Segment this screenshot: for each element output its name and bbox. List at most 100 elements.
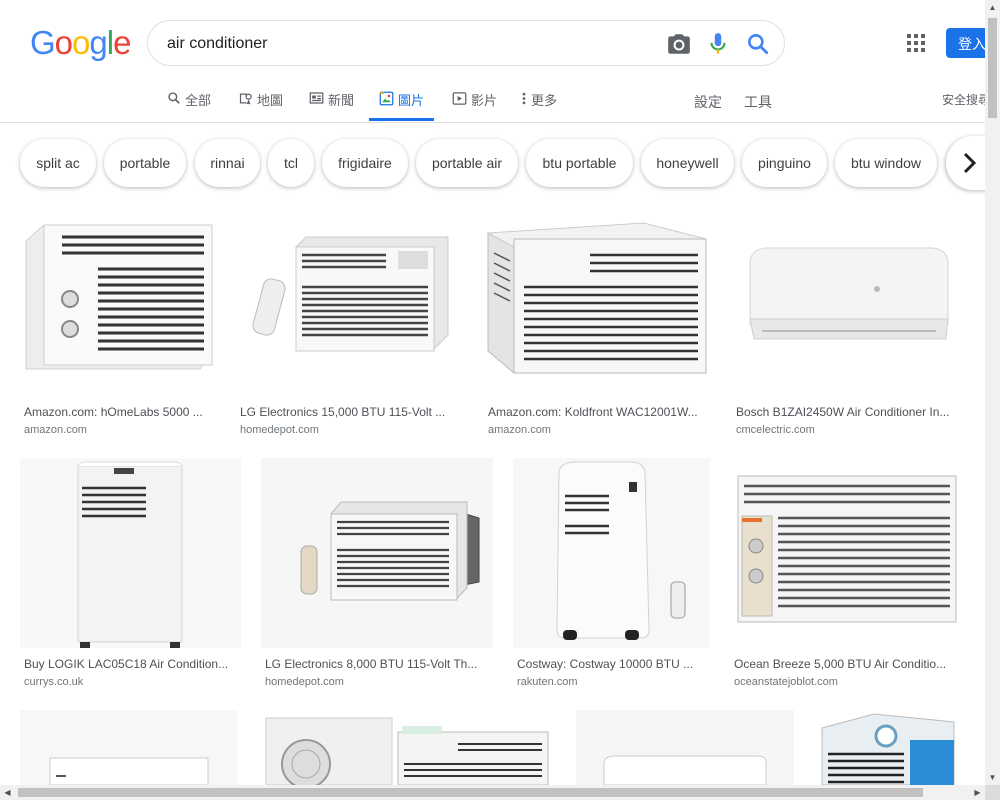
window-ac-image: [20, 203, 216, 395]
image-result[interactable]: Costway: Costway 10000 BTU ... rakuten.c…: [513, 458, 710, 692]
tab-label: 更多: [531, 93, 558, 108]
map-icon: [239, 93, 252, 105]
result-title[interactable]: Bosch B1ZAI2450W Air Conditioner In...: [736, 405, 960, 419]
chip[interactable]: rinnai: [195, 139, 260, 187]
mini-cooler-image: [814, 710, 963, 785]
result-title[interactable]: Ocean Breeze 5,000 BTU Air Conditio...: [734, 657, 960, 671]
tab-label: 新聞: [328, 93, 355, 108]
news-icon: [309, 92, 324, 104]
image-icon: [379, 91, 394, 106]
search-box: [147, 20, 785, 66]
result-thumbnail[interactable]: [20, 203, 216, 395]
top-bar: Google 登入 全部 地圖: [0, 0, 996, 123]
google-logo[interactable]: Google: [30, 24, 131, 62]
image-result[interactable]: [814, 710, 963, 785]
result-thumbnail[interactable]: [20, 710, 238, 785]
split-ac-outdoor-image: [258, 710, 556, 785]
portable-ac-image: [513, 458, 710, 648]
scroll-down-arrow[interactable]: ▼: [985, 770, 1000, 785]
image-result[interactable]: LG Electronics 8,000 BTU 115-Volt Th... …: [261, 458, 493, 692]
result-source[interactable]: currys.co.uk: [24, 676, 83, 688]
result-title[interactable]: LG Electronics 8,000 BTU 115-Volt Th...: [265, 657, 491, 671]
result-thumbnail[interactable]: [576, 710, 794, 785]
chip[interactable]: portable air: [416, 139, 518, 187]
vertical-scroll-thumb[interactable]: [988, 18, 997, 118]
tab-more[interactable]: 更多: [521, 90, 557, 123]
window-ac-image: [484, 203, 712, 395]
chip[interactable]: pinguino: [742, 139, 827, 187]
horizontal-scrollbar[interactable]: ◀ ▶: [0, 785, 985, 800]
image-result[interactable]: Ocean Breeze 5,000 BTU Air Conditio... o…: [730, 458, 963, 692]
result-thumbnail[interactable]: [258, 710, 556, 785]
result-thumbnail[interactable]: [732, 203, 963, 395]
more-vert-icon: [522, 92, 526, 105]
scrollbar-corner: [985, 785, 1000, 800]
search-icon[interactable]: [745, 31, 771, 57]
scroll-right-arrow[interactable]: ▶: [970, 785, 985, 800]
chevron-right-icon: [963, 152, 977, 174]
camera-icon[interactable]: [666, 31, 692, 57]
result-source[interactable]: rakuten.com: [517, 676, 578, 688]
image-result[interactable]: [576, 710, 794, 785]
apps-grid-icon[interactable]: [906, 33, 926, 53]
image-result[interactable]: Amazon.com: hOmeLabs 5000 ... amazon.com: [20, 203, 216, 439]
result-source[interactable]: homedepot.com: [265, 676, 344, 688]
settings-link[interactable]: 設定: [694, 92, 722, 112]
chip[interactable]: split ac: [20, 139, 96, 187]
tab-label: 圖片: [398, 93, 425, 108]
image-result[interactable]: LG Electronics 15,000 BTU 115-Volt ... h…: [236, 203, 464, 439]
result-thumbnail[interactable]: [484, 203, 712, 395]
result-thumbnail[interactable]: [730, 458, 963, 648]
tab-videos[interactable]: 影片: [452, 90, 497, 123]
scroll-left-arrow[interactable]: ◀: [0, 785, 15, 800]
split-ac-image: [576, 710, 794, 785]
tab-all[interactable]: 全部: [167, 90, 211, 123]
result-title[interactable]: Amazon.com: Koldfront WAC12001W...: [488, 405, 708, 419]
result-source[interactable]: oceanstatejoblot.com: [734, 676, 838, 688]
result-thumbnail[interactable]: [814, 710, 963, 785]
search-icon: [168, 92, 180, 104]
chip[interactable]: btu portable: [526, 139, 633, 187]
vertical-scrollbar[interactable]: ▲ ▼: [985, 0, 1000, 800]
image-result[interactable]: Buy LOGIK LAC05C18 Air Condition... curr…: [20, 458, 241, 692]
result-title[interactable]: Costway: Costway 10000 BTU ...: [517, 657, 707, 671]
tab-images[interactable]: 圖片: [368, 90, 435, 123]
tab-label: 地圖: [257, 93, 284, 108]
search-input[interactable]: [167, 33, 647, 55]
result-thumbnail[interactable]: [236, 203, 464, 395]
result-title[interactable]: LG Electronics 15,000 BTU 115-Volt ...: [240, 405, 460, 419]
scroll-up-arrow[interactable]: ▲: [985, 0, 1000, 15]
result-thumbnail[interactable]: [20, 458, 241, 648]
related-search-chips: split ac portable rinnai tcl frigidaire …: [0, 136, 994, 190]
window-ac-image: [20, 710, 238, 785]
result-thumbnail[interactable]: [513, 458, 710, 648]
chip[interactable]: tcl: [268, 139, 314, 187]
result-source[interactable]: amazon.com: [488, 424, 551, 436]
search-tabs: 全部 地圖 新聞 圖片 影片 更多 設定 工具 安全搜尋: [0, 80, 985, 123]
chip[interactable]: honeywell: [641, 139, 734, 187]
image-result[interactable]: [20, 710, 238, 785]
microphone-icon[interactable]: [705, 31, 731, 57]
chip[interactable]: frigidaire: [322, 139, 408, 187]
result-thumbnail[interactable]: [261, 458, 493, 648]
result-source[interactable]: homedepot.com: [240, 424, 319, 436]
result-title[interactable]: Buy LOGIK LAC05C18 Air Condition...: [24, 657, 238, 671]
split-ac-image: [732, 203, 963, 395]
result-source[interactable]: amazon.com: [24, 424, 87, 436]
result-source[interactable]: cmcelectric.com: [736, 424, 815, 436]
chip[interactable]: btu window: [835, 139, 937, 187]
image-result[interactable]: Bosch B1ZAI2450W Air Conditioner In... c…: [732, 203, 963, 439]
video-icon: [452, 92, 467, 105]
tab-news[interactable]: 新聞: [309, 90, 354, 123]
image-result[interactable]: [258, 710, 556, 785]
tab-maps[interactable]: 地圖: [238, 90, 283, 123]
safesearch-link[interactable]: 安全搜尋: [942, 91, 985, 108]
window-ac-image: [730, 458, 963, 648]
horizontal-scroll-thumb[interactable]: [18, 788, 923, 797]
wall-ac-image: [261, 458, 493, 648]
chip[interactable]: portable: [104, 139, 186, 187]
tools-link[interactable]: 工具: [744, 92, 772, 112]
image-result[interactable]: Amazon.com: Koldfront WAC12001W... amazo…: [484, 203, 712, 439]
result-title[interactable]: Amazon.com: hOmeLabs 5000 ...: [24, 405, 214, 419]
portable-ac-image: [20, 458, 241, 648]
